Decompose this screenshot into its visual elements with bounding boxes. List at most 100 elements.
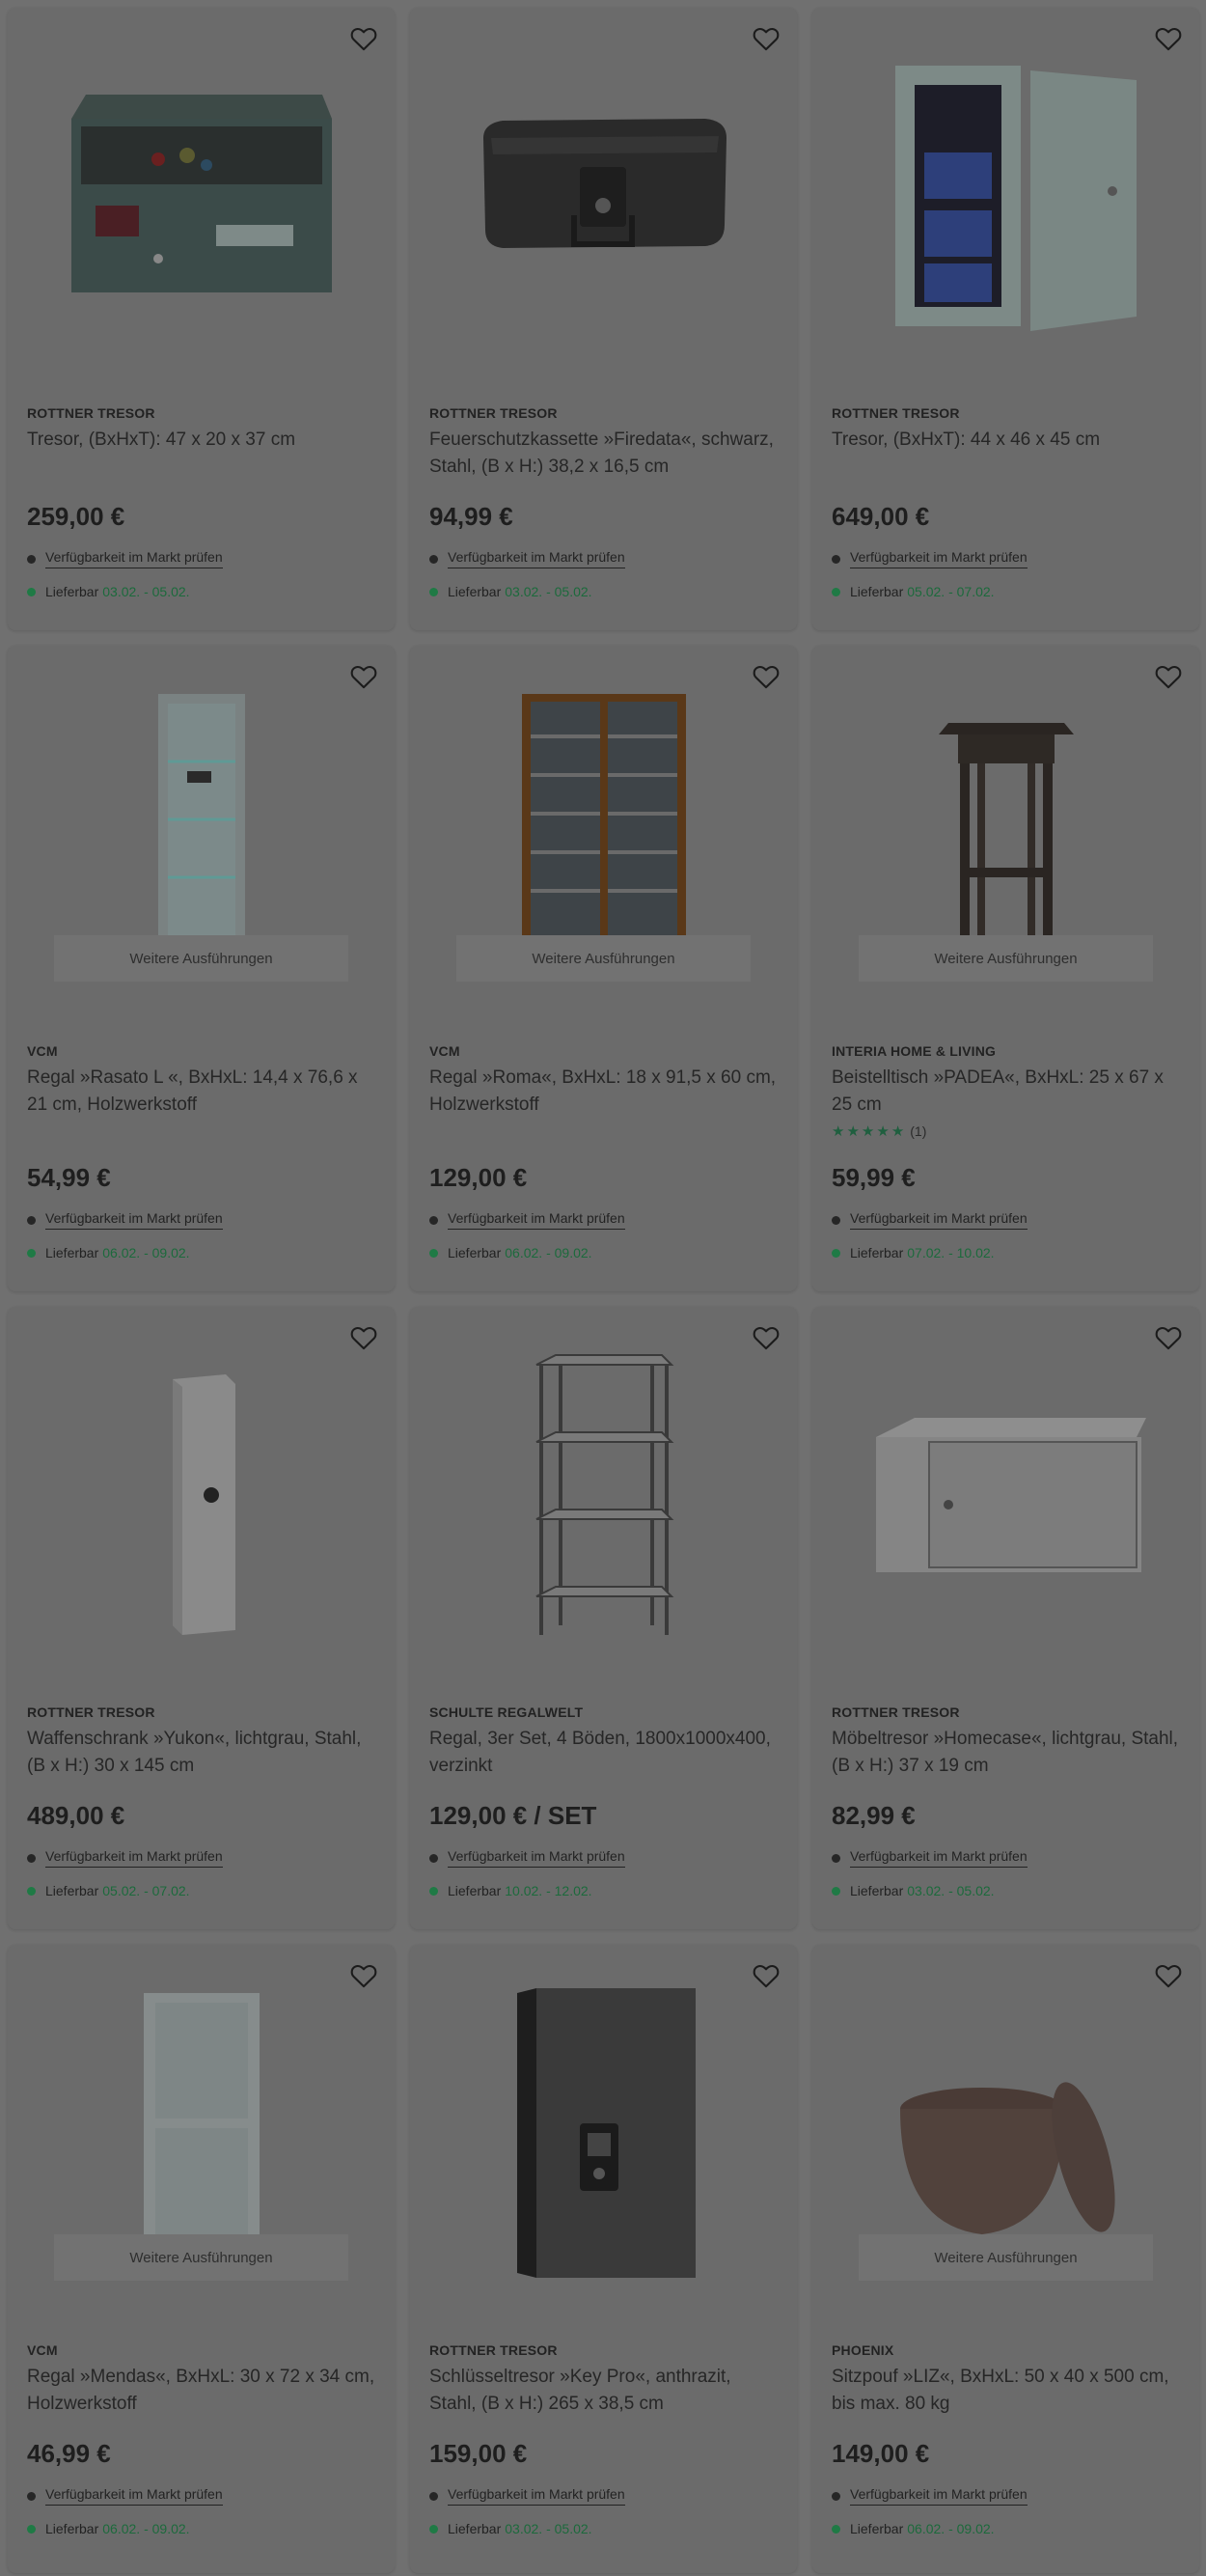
product-title[interactable]: Schlüsseltresor »Key Pro«, anthrazit, St…	[429, 2364, 778, 2418]
product-brand: ROTTNER TRESOR	[27, 405, 155, 421]
product-title[interactable]: Regal, 3er Set, 4 Böden, 1800x1000x400, …	[429, 1726, 778, 1780]
check-availability-link[interactable]: Verfügbarkeit im Markt prüfen	[45, 2486, 223, 2506]
delivery-dates: 03.02. - 05.02.	[505, 2521, 592, 2536]
delivery-row: Lieferbar 07.02. - 10.02.	[832, 1245, 1180, 1260]
product-image-stone-pouf[interactable]	[828, 1974, 1184, 2244]
product-price: 46,99 €	[27, 2439, 111, 2468]
availability-row: Verfügbarkeit im Markt prüfen	[27, 2486, 375, 2506]
product-image-open-safe[interactable]	[828, 37, 1184, 355]
product-image-gun-cabinet[interactable]	[23, 1336, 379, 1654]
check-availability-link[interactable]: Verfügbarkeit im Markt prüfen	[448, 1210, 625, 1230]
product-card[interactable]: ROTTNER TRESOR Tresor, (BxHxT): 47 x 20 …	[8, 8, 395, 630]
product-card[interactable]: Weitere Ausführungen VCM Regal »Mendas«,…	[8, 1945, 395, 2573]
product-card[interactable]: Weitere Ausführungen PHOENIX Sitzpouf »L…	[812, 1945, 1199, 2573]
more-variants-button[interactable]: Weitere Ausführungen	[456, 935, 751, 982]
delivery-row: Lieferbar 03.02. - 05.02.	[429, 584, 778, 599]
product-price: 129,00 € / SET	[429, 1801, 597, 1830]
check-availability-link[interactable]: Verfügbarkeit im Markt prüfen	[448, 2486, 625, 2506]
availability-dot-icon	[27, 1215, 36, 1225]
product-brand: ROTTNER TRESOR	[832, 1704, 960, 1720]
product-image-white-shelf[interactable]	[23, 1974, 379, 2244]
product-title[interactable]: Feuerschutzkassette »Firedata«, schwarz,…	[429, 427, 778, 481]
product-title[interactable]: Tresor, (BxHxT): 47 x 20 x 37 cm	[27, 427, 375, 454]
product-title[interactable]: Regal »Mendas«, BxHxL: 30 x 72 x 34 cm, …	[27, 2364, 375, 2418]
product-image-cd-shelf[interactable]	[425, 675, 781, 945]
price-block: 129,00 € / SET Verfügbarkeit im Markt pr…	[429, 1801, 778, 1898]
product-card[interactable]: Weitere Ausführungen INTERIA HOME & LIVI…	[812, 646, 1199, 1291]
product-brand: ROTTNER TRESOR	[429, 2342, 558, 2358]
product-brand: VCM	[27, 1043, 58, 1059]
delivery-dot-icon	[429, 1886, 438, 1896]
product-card[interactable]: ROTTNER TRESOR Möbeltresor »Homecase«, l…	[812, 1307, 1199, 1929]
availability-row: Verfügbarkeit im Markt prüfen	[832, 549, 1180, 568]
product-title[interactable]: Waffenschrank »Yukon«, lichtgrau, Stahl,…	[27, 1726, 375, 1780]
product-card[interactable]: ROTTNER TRESOR Feuerschutzkassette »Fire…	[410, 8, 797, 630]
delivery-label: Lieferbar	[448, 2521, 502, 2536]
product-info: ROTTNER TRESOR Feuerschutzkassette »Fire…	[429, 405, 778, 481]
product-title[interactable]: Tresor, (BxHxT): 44 x 46 x 45 cm	[832, 427, 1180, 454]
product-price: 649,00 €	[832, 502, 930, 531]
product-brand: ROTTNER TRESOR	[832, 405, 960, 421]
more-variants-button[interactable]: Weitere Ausführungen	[859, 935, 1153, 982]
more-variants-button[interactable]: Weitere Ausführungen	[54, 2234, 348, 2281]
check-availability-link[interactable]: Verfügbarkeit im Markt prüfen	[850, 1210, 1028, 1230]
star-icon: ★	[846, 1123, 860, 1140]
check-availability-link[interactable]: Verfügbarkeit im Markt prüfen	[448, 549, 625, 568]
product-price: 94,99 €	[429, 502, 513, 531]
product-info: VCM Regal »Mendas«, BxHxL: 30 x 72 x 34 …	[27, 2342, 375, 2418]
delivery-dot-icon	[832, 2524, 840, 2534]
price-block: 59,99 € Verfügbarkeit im Markt prüfen Li…	[832, 1163, 1180, 1260]
product-price: 159,00 €	[429, 2439, 528, 2468]
product-brand: VCM	[429, 1043, 460, 1059]
delivery-dot-icon	[27, 1248, 36, 1258]
product-title[interactable]: Regal »Roma«, BxHxL: 18 x 91,5 x 60 cm, …	[429, 1065, 778, 1119]
product-image-glass-shelf[interactable]	[23, 675, 379, 945]
delivery-row: Lieferbar 03.02. - 05.02.	[832, 1883, 1180, 1898]
product-brand: ROTTNER TRESOR	[429, 405, 558, 421]
product-image-key-safe[interactable]	[425, 1974, 781, 2292]
delivery-dot-icon	[27, 2524, 36, 2534]
delivery-dot-icon	[832, 1248, 840, 1258]
check-availability-link[interactable]: Verfügbarkeit im Markt prüfen	[448, 1848, 625, 1868]
product-image-fire-box[interactable]	[425, 37, 781, 355]
product-info: INTERIA HOME & LIVING Beistelltisch »PAD…	[832, 1043, 1180, 1140]
product-price: 129,00 €	[429, 1163, 528, 1192]
check-availability-link[interactable]: Verfügbarkeit im Markt prüfen	[850, 2486, 1028, 2506]
product-card[interactable]: Weitere Ausführungen VCM Regal »Rasato L…	[8, 646, 395, 1291]
availability-row: Verfügbarkeit im Markt prüfen	[832, 1848, 1180, 1868]
availability-dot-icon	[27, 554, 36, 564]
price-block: 82,99 € Verfügbarkeit im Markt prüfen Li…	[832, 1801, 1180, 1898]
product-card[interactable]: ROTTNER TRESOR Tresor, (BxHxT): 44 x 46 …	[812, 8, 1199, 630]
availability-row: Verfügbarkeit im Markt prüfen	[27, 1210, 375, 1230]
availability-row: Verfügbarkeit im Markt prüfen	[429, 1848, 778, 1868]
product-card[interactable]: Weitere Ausführungen VCM Regal »Roma«, B…	[410, 646, 797, 1291]
check-availability-link[interactable]: Verfügbarkeit im Markt prüfen	[45, 549, 223, 568]
product-card[interactable]: ROTTNER TRESOR Schlüsseltresor »Key Pro«…	[410, 1945, 797, 2573]
delivery-label: Lieferbar	[850, 584, 904, 599]
product-card[interactable]: SCHULTE REGALWELT Regal, 3er Set, 4 Böde…	[410, 1307, 797, 1929]
product-title[interactable]: Beistelltisch »PADEA«, BxHxL: 25 x 67 x …	[832, 1065, 1180, 1119]
product-title[interactable]: Regal »Rasato L «, BxHxL: 14,4 x 76,6 x …	[27, 1065, 375, 1119]
price-block: 46,99 € Verfügbarkeit im Markt prüfen Li…	[27, 2439, 375, 2536]
product-image-furniture-safe[interactable]	[828, 1336, 1184, 1654]
rating-stars[interactable]: ★ ★ ★ ★ ★ (1)	[832, 1122, 1180, 1140]
check-availability-link[interactable]: Verfügbarkeit im Markt prüfen	[850, 1848, 1028, 1868]
product-title[interactable]: Möbeltresor »Homecase«, lichtgrau, Stahl…	[832, 1726, 1180, 1780]
check-availability-link[interactable]: Verfügbarkeit im Markt prüfen	[45, 1848, 223, 1868]
rating-count: (1)	[910, 1123, 927, 1139]
check-availability-link[interactable]: Verfügbarkeit im Markt prüfen	[45, 1210, 223, 1230]
product-image-drawer-safe[interactable]	[23, 37, 379, 355]
product-card[interactable]: ROTTNER TRESOR Waffenschrank »Yukon«, li…	[8, 1307, 395, 1929]
more-variants-button[interactable]: Weitere Ausführungen	[859, 2234, 1153, 2281]
availability-row: Verfügbarkeit im Markt prüfen	[429, 2486, 778, 2506]
delivery-dates: 03.02. - 05.02.	[505, 584, 592, 599]
more-variants-button[interactable]: Weitere Ausführungen	[54, 935, 348, 982]
delivery-row: Lieferbar 03.02. - 05.02.	[27, 584, 375, 599]
product-title[interactable]: Sitzpouf »LIZ«, BxHxL: 50 x 40 x 500 cm,…	[832, 2364, 1180, 2418]
delivery-dot-icon	[429, 2524, 438, 2534]
product-info: ROTTNER TRESOR Möbeltresor »Homecase«, l…	[832, 1704, 1180, 1780]
delivery-dates: 05.02. - 07.02.	[907, 584, 995, 599]
product-image-metal-rack[interactable]	[425, 1336, 781, 1654]
check-availability-link[interactable]: Verfügbarkeit im Markt prüfen	[850, 549, 1028, 568]
product-image-side-table[interactable]	[828, 675, 1184, 945]
